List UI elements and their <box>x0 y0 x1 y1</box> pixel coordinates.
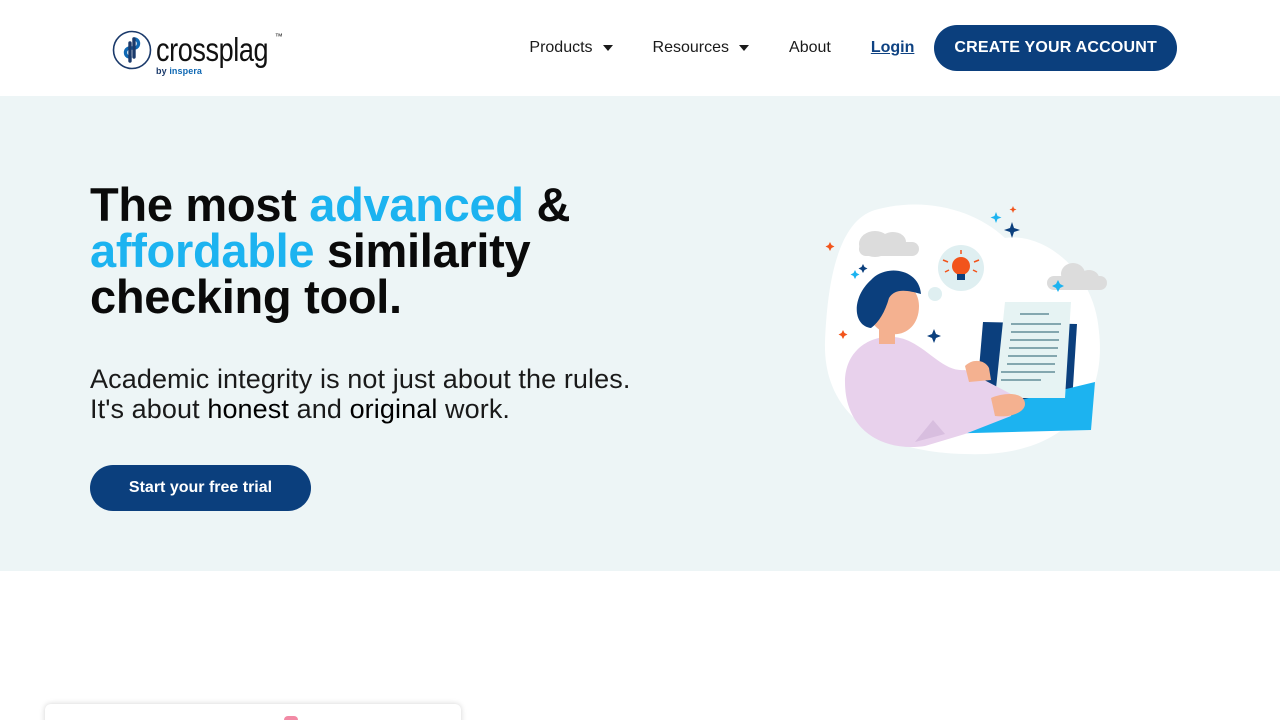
logo-name: crossplag <box>156 31 269 68</box>
logo-byline-prefix: by <box>156 66 167 76</box>
nav-resources[interactable]: Resources <box>652 39 750 57</box>
chevron-down-icon <box>602 45 613 51</box>
hero-subtitle: Academic integrity is not just about the… <box>90 364 670 424</box>
hero-sub-original: original <box>349 394 438 424</box>
nav-resources-label: Resources <box>652 39 730 56</box>
nav-products[interactable]: Products <box>529 39 613 57</box>
hero-sub-honest: honest <box>207 394 289 424</box>
logo-byline: by inspera <box>156 66 202 76</box>
site-header: crossplag ™ by inspera Products Resource… <box>0 0 1280 96</box>
login-link[interactable]: Login <box>871 39 915 57</box>
chevron-down-icon <box>739 45 750 51</box>
hero-sub-part2: and <box>289 394 350 424</box>
main-nav: Products Resources About Login CREATE YO… <box>529 25 1177 71</box>
woman-laptop-illustration <box>824 204 1107 455</box>
nav-products-label: Products <box>529 39 593 56</box>
nav-about[interactable]: About <box>789 39 831 57</box>
card-badge-icon <box>284 716 298 720</box>
logo-wordmark: crossplag ™ by inspera <box>156 31 293 76</box>
hero-section: The most advanced & affordable similarit… <box>0 96 1280 571</box>
logo-byline-company: inspera <box>169 66 203 76</box>
create-account-button[interactable]: CREATE YOUR ACCOUNT <box>934 25 1177 71</box>
hero-title: The most advanced & affordable similarit… <box>90 181 650 320</box>
hero-sub-part3: work. <box>437 394 511 424</box>
crossplag-logo[interactable]: crossplag ™ by inspera <box>112 28 293 76</box>
feature-card-preview <box>45 704 461 720</box>
start-free-trial-button[interactable]: Start your free trial <box>90 465 311 511</box>
logo-trademark: ™ <box>274 32 283 41</box>
crossplag-logo-icon <box>112 30 152 70</box>
hero-title-part2: & <box>523 178 571 231</box>
